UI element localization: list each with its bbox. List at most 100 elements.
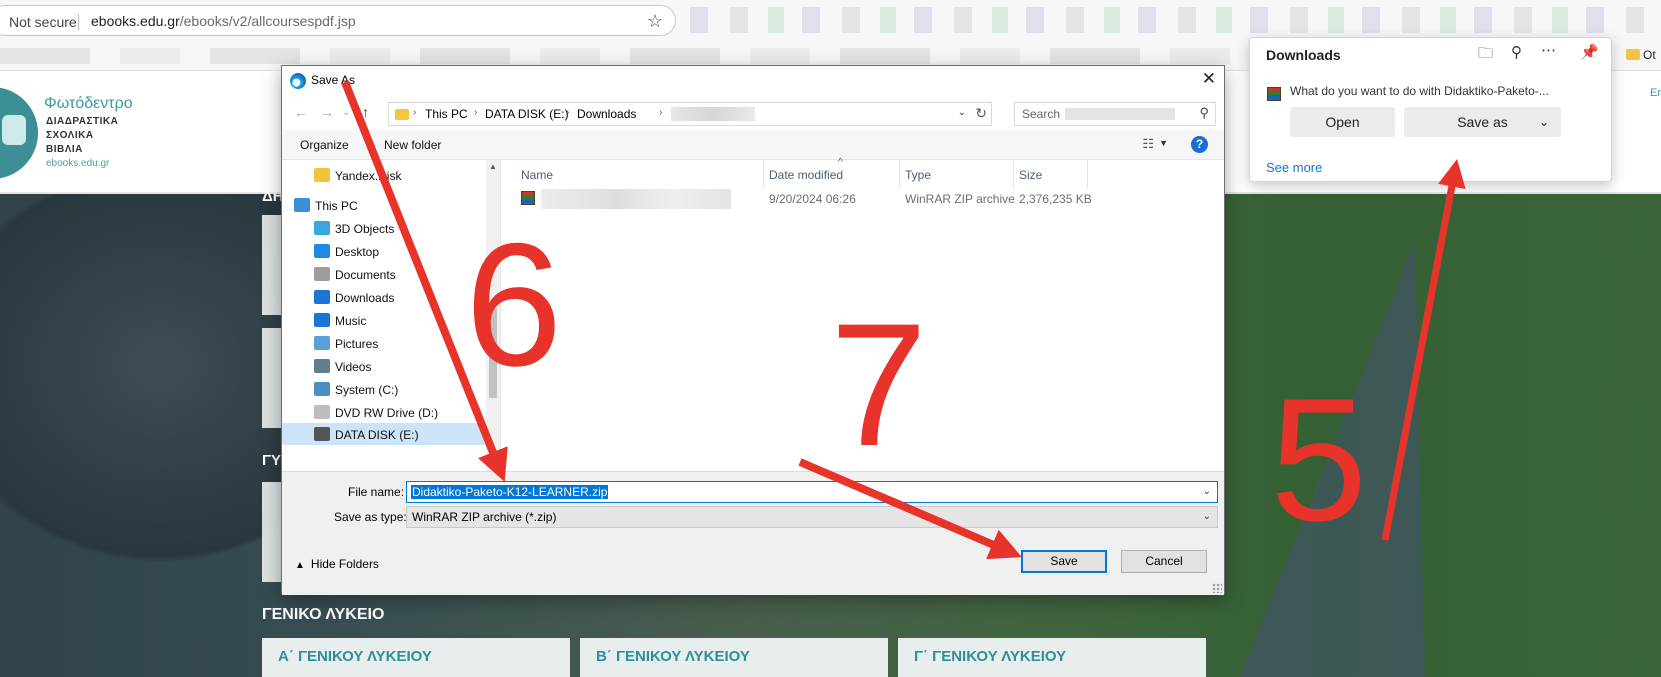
url-text[interactable]: ebooks.edu.gr/ebooks/v2/allcoursespdf.js… [91,13,356,29]
column-header-size[interactable]: Size [1019,168,1042,182]
nav-item-videos[interactable]: Videos [314,359,371,381]
site-domain: ebooks.edu.gr [46,158,110,169]
edge-browser-icon [290,73,306,89]
card-a-lyceum[interactable]: Α΄ ΓΕΝΙΚΟΥ ΛΥΚΕΙΟΥ [262,638,570,677]
nav-item-label: System (C:) [335,383,399,397]
hide-folders-button[interactable]: ▲ Hide Folders [295,557,379,571]
more-options-icon[interactable]: ⋯ [1541,41,1556,59]
save-as-dialog: Save As ✕ ← → ⌄ ↑ › This PC › DATA DISK … [281,65,1225,595]
column-divider[interactable] [1013,160,1014,188]
search-input[interactable]: Search ⚲ [1014,102,1216,126]
nav-item-yandex-disk[interactable]: Yandex.Disk [314,168,401,190]
save-button[interactable]: Save [1021,550,1107,573]
help-icon[interactable]: ? [1191,136,1208,153]
save-as-button[interactable]: Save as ⌄ [1404,107,1561,137]
url-box[interactable]: Not secure ebooks.edu.gr/ebooks/v2/allco… [0,5,676,36]
download-icon [314,290,330,304]
chevron-down-icon[interactable]: ⌄ [958,107,966,118]
card-partial[interactable] [262,328,282,428]
section-title-lyceum: ΓΕΝΙΚΟ ΛΥΚΕΙΟ [262,606,385,623]
card-partial[interactable] [262,215,282,315]
open-button[interactable]: Open [1290,107,1395,137]
open-folder-icon[interactable]: 🗀 [1478,43,1493,68]
chevron-up-icon[interactable]: ▲ [489,162,497,171]
file-name-input[interactable]: Didaktiko-Paketo-K12-LEARNER.zip ⌄ [406,481,1218,503]
see-more-link[interactable]: See more [1266,160,1322,175]
chevron-right-icon[interactable]: › [566,107,569,118]
column-header-type[interactable]: Type [905,168,931,182]
breadcrumb-downloads[interactable]: Downloads [577,107,636,121]
document-icon [314,267,330,281]
language-link[interactable]: En [1650,87,1661,99]
card-b-lyceum[interactable]: Β΄ ΓΕΝΙΚΟΥ ΛΥΚΕΙΟΥ [580,638,888,677]
dialog-toolbar: Organize New folder ☷ ▼ ? [282,130,1224,160]
chevron-right-icon[interactable]: › [413,107,416,118]
recent-dropdown-icon[interactable]: ⌄ [342,107,350,118]
save-type-label: Save as type: [334,510,407,524]
nav-item-downloads[interactable]: Downloads [314,290,394,312]
cancel-button[interactable]: Cancel [1121,550,1207,573]
refresh-icon[interactable]: ↻ [975,105,987,122]
chevron-right-icon[interactable]: › [659,107,662,118]
nav-item-3d-objects[interactable]: 3D Objects [314,221,394,243]
desktop-icon [314,244,330,258]
column-header-date[interactable]: Date modified [769,168,843,182]
chevron-down-icon[interactable]: ⌄ [1539,107,1549,137]
column-divider[interactable] [763,160,764,188]
chevron-down-icon[interactable]: ⌄ [1203,511,1211,522]
view-options-icon[interactable]: ☷ [1142,136,1154,152]
nav-item-label: DATA DISK (E:) [335,428,419,442]
chevron-down-icon[interactable]: ▼ [1159,138,1168,148]
cube-icon [314,221,330,235]
nav-item-label: Pictures [335,337,379,351]
close-icon[interactable]: ✕ [1202,69,1216,89]
nav-item-pictures[interactable]: Pictures [314,336,378,358]
up-arrow-icon[interactable]: ↑ [362,104,369,120]
nav-item-data-disk[interactable]: DATA DISK (E:) [282,423,486,445]
nav-scrollbar[interactable]: ▲ [486,160,500,471]
column-divider[interactable] [899,160,900,188]
forward-arrow-icon[interactable]: → [320,104,334,120]
nav-item-label: Downloads [335,291,395,305]
breadcrumb[interactable]: › This PC › DATA DISK (E:) › Downloads ›… [388,102,992,126]
video-icon [314,359,330,373]
nav-item-system-c[interactable]: System (C:) [314,382,398,404]
disc-icon [314,405,330,419]
url-divider [78,14,79,30]
not-secure-label[interactable]: Not secure [9,14,77,30]
drive-icon [314,427,330,441]
chevron-right-icon[interactable]: › [474,107,477,118]
column-divider[interactable] [1087,160,1088,188]
nav-item-this-pc[interactable]: This PC [294,198,358,220]
nav-item-label: Documents [335,268,396,282]
organize-button[interactable]: Organize [300,138,349,152]
new-folder-button[interactable]: New folder [384,138,441,152]
site-brand[interactable]: Φωτόδεντρο [44,95,133,113]
resize-grip[interactable] [1212,583,1222,593]
other-bookmarks-label: Ot [1643,48,1656,62]
save-type-select[interactable]: WinRAR ZIP archive (*.zip) ⌄ [406,506,1218,528]
nav-item-desktop[interactable]: Desktop [314,244,379,266]
hide-folders-label: Hide Folders [310,557,379,571]
scroll-thumb[interactable] [489,308,497,398]
search-icon[interactable]: ⚲ [1511,43,1522,61]
breadcrumb-this-pc[interactable]: This PC [425,107,468,121]
table-row[interactable]: 9/20/2024 06:26 WinRAR ZIP archive 2,376… [501,188,1224,210]
other-bookmarks[interactable]: Ot [1626,48,1656,62]
search-placeholder: Search [1022,107,1061,121]
nav-item-music[interactable]: Music [314,313,366,335]
pin-icon[interactable]: 📌 [1580,43,1599,61]
breadcrumb-data-disk[interactable]: DATA DISK (E:) [485,107,569,121]
sort-caret-icon: ^ [838,157,843,168]
address-bar-area: Not secure ebooks.edu.gr/ebooks/v2/allco… [0,0,1661,40]
bookmark-star-icon[interactable]: ☆ [647,11,663,32]
dialog-title-bar[interactable]: Save As ✕ [282,66,1224,96]
chevron-down-icon[interactable]: ⌄ [1203,486,1211,497]
card-c-lyceum[interactable]: Γ΄ ΓΕΝΙΚΟΥ ΛΥΚΕΙΟΥ [898,638,1206,677]
file-size: 2,376,235 KB [1019,192,1092,206]
nav-item-documents[interactable]: Documents [314,267,396,289]
column-header-name[interactable]: Name [521,168,553,182]
winrar-archive-icon [521,191,535,205]
card-partial[interactable] [262,482,282,582]
back-arrow-icon[interactable]: ← [294,104,308,120]
